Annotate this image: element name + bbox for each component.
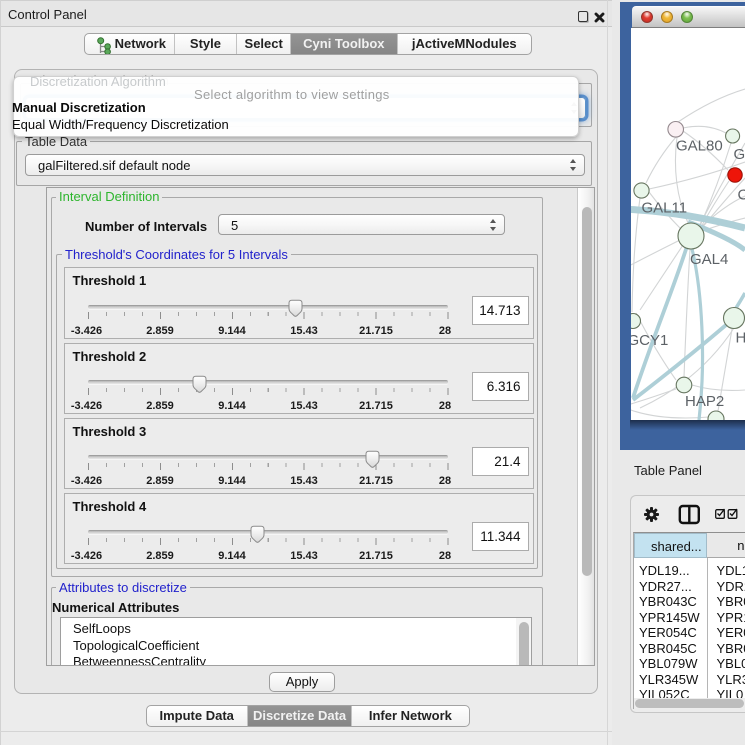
svg-text:GCY1: GCY1 xyxy=(631,332,668,349)
svg-text:GA: GA xyxy=(734,146,745,163)
svg-text:GAL11: GAL11 xyxy=(642,200,688,217)
svg-text:GAL80: GAL80 xyxy=(676,138,723,155)
svg-text:GAL4: GAL4 xyxy=(690,251,728,268)
svg-text:C: C xyxy=(738,187,745,204)
svg-text:H: H xyxy=(736,330,745,347)
svg-text:HAP2: HAP2 xyxy=(685,393,724,410)
